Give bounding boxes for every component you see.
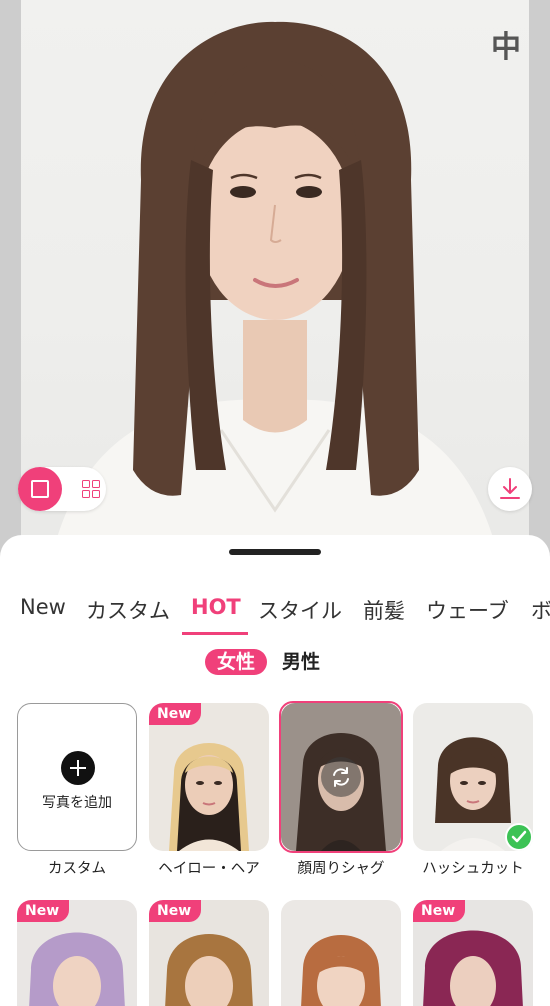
grid-view-button[interactable] <box>68 467 106 511</box>
style-label-hush-cut: ハッシュカット <box>422 861 524 877</box>
tab-more[interactable]: ボ <box>531 595 550 625</box>
style-card-row2-4[interactable]: New <box>413 900 533 1006</box>
lang-label: 中 <box>491 30 521 65</box>
tab-wave[interactable]: ウェーブ <box>426 595 509 625</box>
new-badge: New <box>413 900 466 922</box>
category-tabs: New カスタム HOT スタイル 前髪 ウェーブ ボ <box>0 583 550 637</box>
checkmark-icon <box>511 830 527 843</box>
active-tab-indicator <box>182 632 248 635</box>
new-badge: New <box>149 900 202 922</box>
style-card-row2-3[interactable] <box>281 900 401 1006</box>
new-badge: New <box>17 900 70 922</box>
download-button[interactable] <box>488 467 532 511</box>
download-icon <box>500 478 520 499</box>
add-photo-text: 写真を追加 <box>42 795 112 811</box>
style-label-halo-hair: ヘイロー・ヘア <box>158 861 260 877</box>
plus-icon <box>61 751 95 785</box>
style-card-halo-hair[interactable]: New <box>149 703 269 851</box>
view-mode-toggle <box>18 467 106 511</box>
style-card-row2-1[interactable]: New <box>17 900 137 1006</box>
single-view-button[interactable] <box>18 467 62 511</box>
style-card-hush-cut[interactable] <box>413 703 533 851</box>
style-card-row2-2[interactable]: New <box>149 900 269 1006</box>
applied-check-badge <box>505 823 533 851</box>
style-bottom-sheet: New カスタム HOT スタイル 前髪 ウェーブ ボ 女性 男性 写真を追加 … <box>0 535 550 1006</box>
tab-bangs[interactable]: 前髪 <box>363 595 405 625</box>
custom-add-photo-card[interactable]: 写真を追加 <box>17 703 137 851</box>
language-toggle-button[interactable]: 中 <box>488 30 524 66</box>
custom-card-label: カスタム <box>48 861 106 877</box>
tab-new[interactable]: New <box>20 595 66 619</box>
gender-female-button[interactable]: 女性 <box>205 649 267 675</box>
square-icon <box>31 480 49 498</box>
new-badge: New <box>149 703 202 725</box>
photo-preview: 中 <box>0 0 550 560</box>
tab-hot[interactable]: HOT <box>191 595 241 619</box>
tab-custom[interactable]: カスタム <box>86 595 170 625</box>
sheet-drag-handle[interactable] <box>229 549 321 555</box>
tab-style[interactable]: スタイル <box>258 595 342 625</box>
gender-male-button[interactable]: 男性 <box>282 649 332 675</box>
selected-style-frame <box>279 701 403 853</box>
style-label-face-framing-shag: 顔周りシャグ <box>297 861 385 877</box>
